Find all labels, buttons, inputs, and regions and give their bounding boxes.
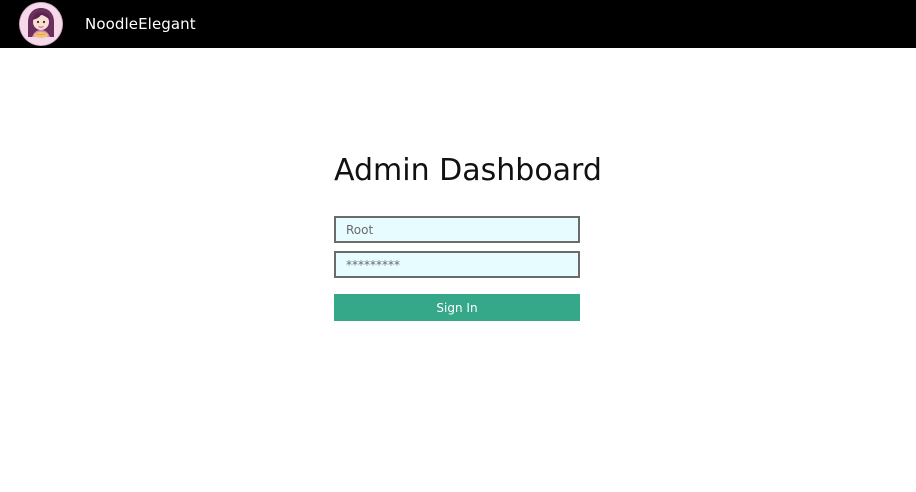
password-input[interactable] xyxy=(334,251,580,278)
logo-icon[interactable] xyxy=(20,3,62,45)
username-input[interactable] xyxy=(334,216,580,243)
sign-in-button[interactable]: Sign In xyxy=(334,294,580,321)
top-navbar: NoodleElegant xyxy=(0,0,916,48)
page-title: Admin Dashboard xyxy=(334,153,602,188)
brand-name[interactable]: NoodleElegant xyxy=(85,15,196,33)
